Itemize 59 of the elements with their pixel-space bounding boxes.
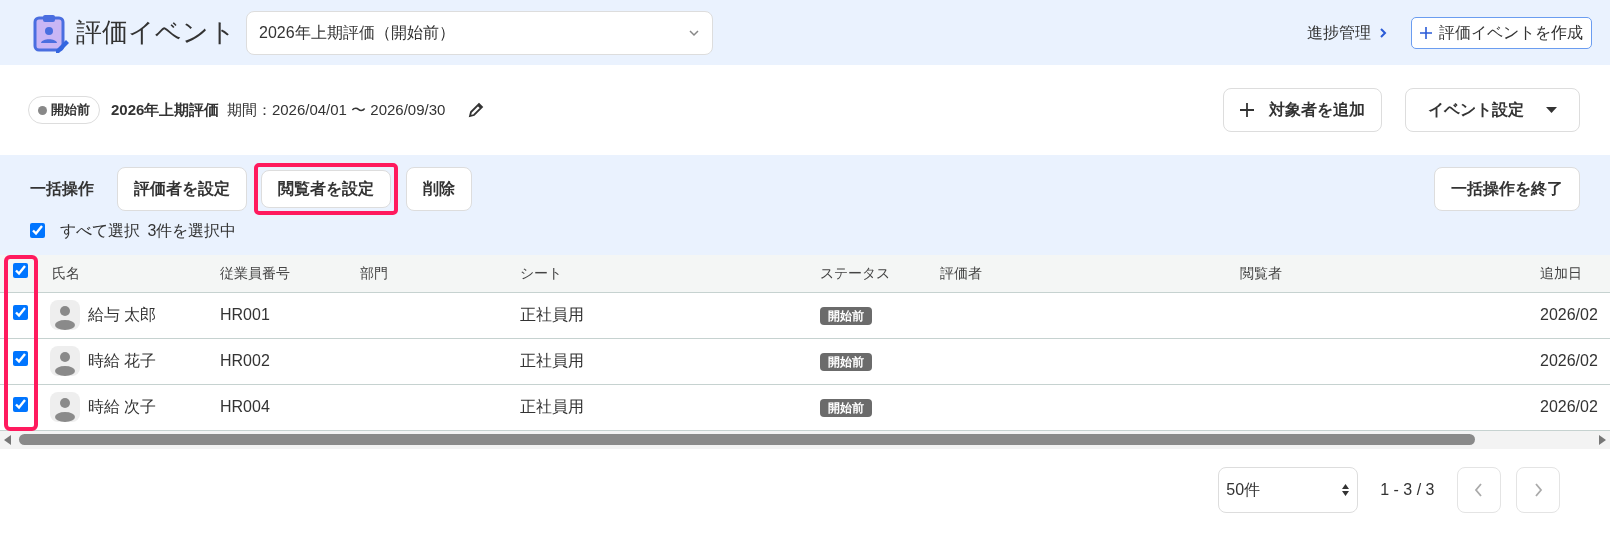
table-cell: 2026/02 bbox=[1540, 398, 1598, 415]
table-cell: HR001 bbox=[220, 306, 270, 323]
employee-name: 給与 太郎 bbox=[87, 305, 156, 325]
sort-icon bbox=[1342, 483, 1350, 496]
status-badge: 開始前 bbox=[820, 353, 872, 371]
row-checkbox[interactable] bbox=[12, 397, 28, 412]
column-header: 閲覧者 bbox=[1240, 264, 1282, 281]
chevron-left-icon bbox=[1474, 481, 1484, 498]
create-event-button[interactable]: 評価イベントを作成 bbox=[1410, 16, 1592, 49]
bulk-action-button[interactable]: 削除 bbox=[405, 167, 472, 211]
table-cell: HR002 bbox=[220, 352, 270, 369]
pencil-icon[interactable] bbox=[467, 102, 484, 118]
chevron-right-icon bbox=[1378, 26, 1388, 39]
employee-name: 時給 次子 bbox=[87, 397, 156, 417]
table-cell: 2026/02 bbox=[1540, 306, 1598, 323]
column-header: 評価者 bbox=[940, 264, 982, 281]
avatar-icon bbox=[50, 392, 80, 422]
plus-icon bbox=[1240, 103, 1254, 117]
column-header: 従業員番号 bbox=[220, 264, 290, 281]
progress-link[interactable]: 進捗管理 bbox=[1306, 20, 1388, 45]
plus-icon bbox=[1419, 26, 1432, 39]
select-all-checkbox[interactable] bbox=[12, 262, 28, 278]
event-select[interactable]: 2026年上期評価（開始前） bbox=[246, 10, 713, 55]
status-badge: 開始前 bbox=[820, 399, 872, 417]
avatar-icon bbox=[50, 346, 80, 376]
page-size-select[interactable]: 50件 bbox=[1217, 466, 1358, 513]
row-checkbox[interactable] bbox=[12, 351, 28, 366]
select-all-checkbox[interactable] bbox=[30, 223, 45, 239]
scroll-left-icon[interactable] bbox=[3, 434, 12, 445]
bulk-action-button[interactable]: 閲覧者を設定 bbox=[261, 170, 391, 208]
caret-down-icon bbox=[1546, 107, 1557, 113]
bulk-action-button[interactable]: 評価者を設定 bbox=[116, 167, 247, 211]
column-header: 部門 bbox=[360, 264, 388, 281]
status-badge: 開始前 bbox=[820, 307, 872, 325]
select-all-label: すべて選択 bbox=[60, 220, 140, 241]
end-bulk-button[interactable]: 一括操作を終了 bbox=[1434, 167, 1580, 211]
avatar-icon bbox=[50, 300, 80, 330]
column-header: シート bbox=[520, 264, 562, 281]
table-cell: 正社員用 bbox=[520, 398, 584, 415]
scroll-right-icon[interactable] bbox=[1598, 434, 1607, 445]
row-checkbox[interactable] bbox=[12, 305, 28, 320]
chevron-down-icon bbox=[688, 28, 700, 37]
event-settings-button[interactable]: イベント設定 bbox=[1404, 88, 1580, 132]
bulk-actions-label: 一括操作 bbox=[30, 179, 94, 199]
employee-name: 時給 花子 bbox=[87, 351, 156, 371]
column-header: 追加日 bbox=[1540, 264, 1582, 281]
page-title: 評価イベント bbox=[76, 16, 236, 49]
event-name: 2026年上期評価 bbox=[111, 99, 220, 120]
event-period: 期間：2026/04/01 〜 2026/09/30 bbox=[226, 99, 446, 120]
selected-count: 3件を選択中 bbox=[147, 220, 237, 241]
table-cell: 2026/02 bbox=[1540, 352, 1598, 369]
column-header: 氏名 bbox=[52, 264, 80, 281]
table-cell: HR004 bbox=[220, 398, 270, 415]
table-cell: 正社員用 bbox=[520, 306, 584, 323]
add-target-button[interactable]: 対象者を追加 bbox=[1223, 88, 1382, 132]
page-range: 1 - 3 / 3 bbox=[1380, 479, 1435, 500]
table-cell: 正社員用 bbox=[520, 352, 584, 369]
column-header: ステータス bbox=[820, 264, 890, 281]
chevron-right-icon bbox=[1533, 481, 1543, 498]
